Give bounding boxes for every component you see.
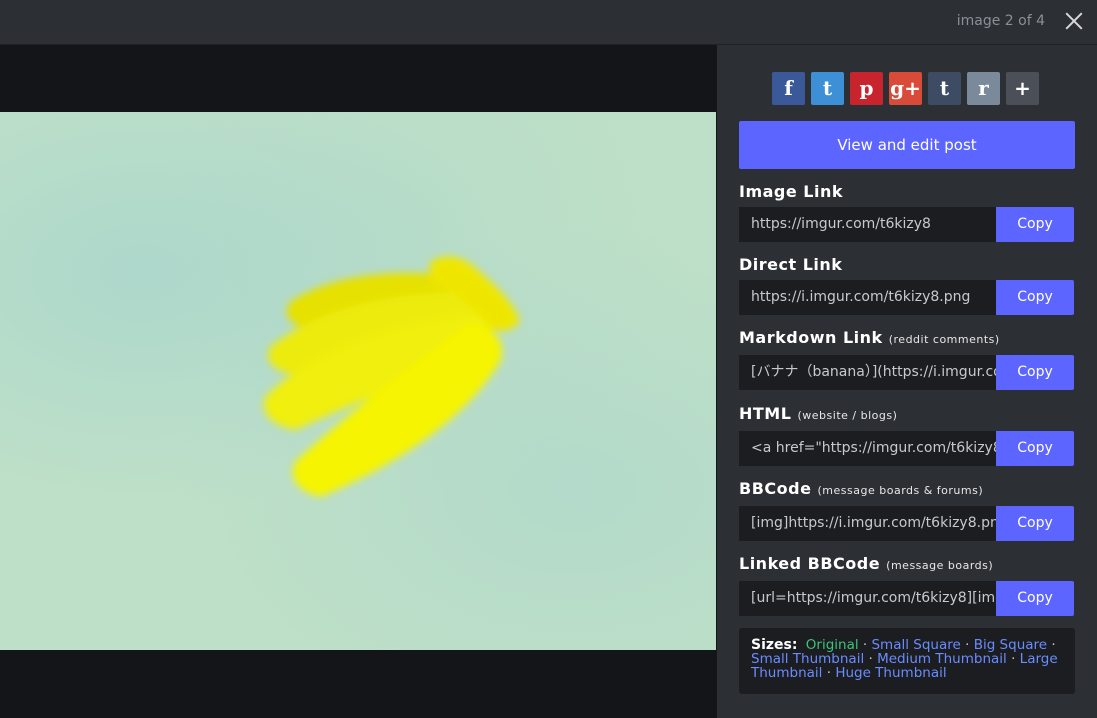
pinterest-icon[interactable]: p <box>850 72 883 105</box>
twitter-icon[interactable]: t <box>811 72 844 105</box>
linked-bbcode-note: (message boards) <box>886 559 994 572</box>
close-icon[interactable] <box>1061 8 1087 34</box>
image-viewer <box>0 45 717 718</box>
copy-markdown-link-button[interactable]: Copy <box>996 355 1074 390</box>
tumblr-icon[interactable]: t <box>928 72 961 105</box>
size-huge-thumbnail[interactable]: Huge Thumbnail <box>835 665 946 681</box>
html-field[interactable]: <a href="https://imgur.com/t6kizy8"><img… <box>739 431 996 466</box>
bbcode-field[interactable]: [img]https://i.imgur.com/t6kizy8.png[/im… <box>739 506 996 541</box>
bbcode-note: (message boards & forums) <box>817 484 984 497</box>
copy-bbcode-button[interactable]: Copy <box>996 506 1074 541</box>
linked-bbcode-field[interactable]: [url=https://imgur.com/t6kizy8][img]http… <box>739 581 996 616</box>
view-and-edit-post-button[interactable]: View and edit post <box>739 121 1075 169</box>
image-link-field[interactable]: https://imgur.com/t6kizy8 <box>739 207 996 242</box>
copy-direct-link-button[interactable]: Copy <box>996 280 1074 315</box>
sizes-box: Sizes: Original · Small Square · Big Squ… <box>739 628 1075 694</box>
google-plus-icon[interactable]: g+ <box>889 72 922 105</box>
more-icon[interactable]: + <box>1006 72 1039 105</box>
linked-bbcode-label: Linked BBCode (message boards) <box>739 554 994 573</box>
banana-image <box>0 112 716 650</box>
banana-drawing <box>263 256 520 497</box>
markdown-link-field[interactable]: [バナナ（banana）](https://i.imgur.com/t6kizy… <box>739 355 996 390</box>
html-note: (website / blogs) <box>797 409 898 422</box>
html-label: HTML (website / blogs) <box>739 404 898 423</box>
direct-link-field[interactable]: https://i.imgur.com/t6kizy8.png <box>739 280 996 315</box>
copy-html-button[interactable]: Copy <box>996 431 1074 466</box>
bbcode-label: BBCode (message boards & forums) <box>739 479 984 498</box>
copy-linked-bbcode-button[interactable]: Copy <box>996 581 1074 616</box>
markdown-link-label: Markdown Link (reddit comments) <box>739 328 1000 347</box>
top-bar: image 2 of 4 <box>0 0 1097 45</box>
direct-link-label: Direct Link <box>739 255 843 274</box>
copy-image-link-button[interactable]: Copy <box>996 207 1074 242</box>
facebook-icon[interactable]: f <box>772 72 805 105</box>
reddit-icon[interactable]: r <box>967 72 1000 105</box>
image-link-label: Image Link <box>739 182 844 201</box>
image-counter: image 2 of 4 <box>956 13 1045 29</box>
markdown-link-note: (reddit comments) <box>888 333 1000 346</box>
side-panel: f t p g+ t r + View and edit post Image … <box>718 45 1097 718</box>
